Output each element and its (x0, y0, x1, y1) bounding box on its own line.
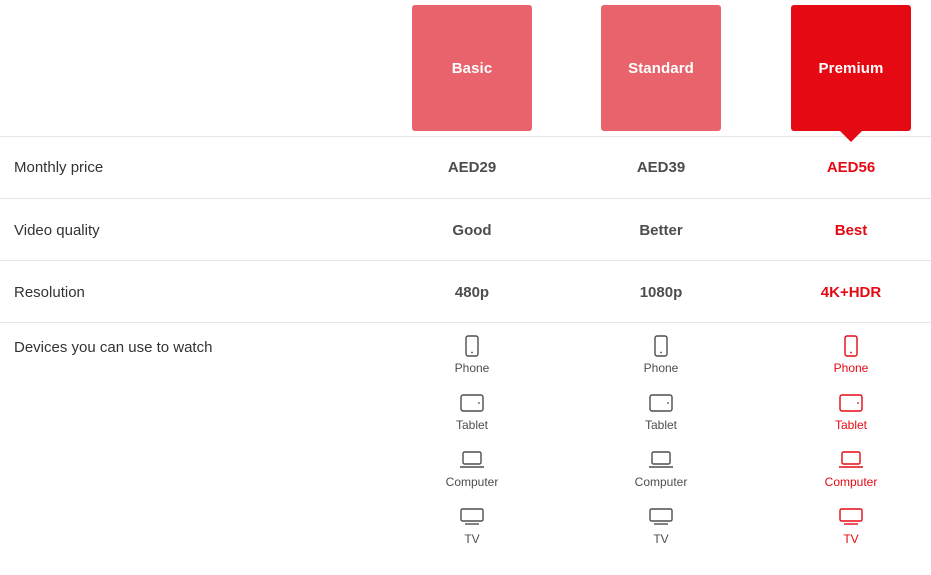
tablet-icon (839, 390, 863, 416)
device-item-computer: Computer (445, 447, 499, 504)
device-column-basic: Phone Tablet Computer TV (412, 323, 532, 561)
computer-icon (648, 447, 674, 473)
device-label-phone: Phone (643, 361, 679, 375)
device-column-premium: Phone Tablet Computer TV (791, 323, 911, 561)
phone-icon (465, 333, 479, 359)
cell-video-quality-basic: Good (452, 222, 492, 239)
device-label-computer: Computer (445, 475, 499, 489)
cell-resolution-basic: 480p (454, 284, 490, 301)
row-label-monthly-price: Monthly price (14, 159, 104, 176)
device-label-tablet: Tablet (455, 418, 489, 432)
row-gap-2 (721, 137, 791, 138)
plan-card-premium-box[interactable]: Premium (791, 5, 911, 142)
tablet-icon (649, 390, 673, 416)
plan-card-standard[interactable]: Standard (601, 0, 721, 136)
devices-gap-2 (721, 323, 791, 324)
computer-icon (459, 447, 485, 473)
plan-card-premium-caret (839, 130, 863, 142)
row-gap-2 (721, 199, 791, 200)
device-label-tv: TV (653, 532, 669, 546)
plan-card-standard-label: Standard (628, 59, 694, 77)
header-gap-1 (532, 0, 601, 136)
device-item-tv: TV (648, 504, 674, 561)
tv-icon (459, 504, 485, 530)
cell-resolution-standard: 1080p (639, 284, 683, 301)
plan-card-basic-box[interactable]: Basic (412, 5, 532, 131)
phone-icon (654, 333, 668, 359)
table-row-resolution: Resolution 480p 1080p 4K+HDR (0, 260, 931, 322)
row-right-gutter (911, 261, 931, 262)
cell-video-quality-standard: Better (639, 222, 683, 239)
table-row-monthly-price: Monthly price AED29 AED39 AED56 (0, 136, 931, 198)
tv-icon (648, 504, 674, 530)
tablet-icon (460, 390, 484, 416)
device-item-phone: Phone (454, 333, 490, 390)
row-gap-1 (532, 137, 601, 138)
tv-icon (838, 504, 864, 530)
row-label-resolution: Resolution (14, 284, 85, 301)
row-label-devices: Devices you can use to watch (14, 339, 213, 356)
device-label-computer: Computer (824, 475, 878, 489)
cell-monthly-price-standard: AED39 (636, 159, 686, 176)
row-gap-1 (532, 261, 601, 262)
device-label-computer: Computer (634, 475, 688, 489)
row-right-gutter (911, 199, 931, 200)
device-item-phone: Phone (643, 333, 679, 390)
plan-header-row: Basic Standard Premium (0, 0, 931, 142)
row-gap-2 (721, 261, 791, 262)
devices-gap-1 (532, 323, 601, 324)
cell-monthly-price-basic: AED29 (447, 159, 497, 176)
device-item-computer: Computer (634, 447, 688, 504)
plan-card-standard-box[interactable]: Standard (601, 5, 721, 131)
table-row-video-quality: Video quality Good Better Best (0, 198, 931, 260)
plan-card-basic[interactable]: Basic (412, 0, 532, 136)
device-item-computer: Computer (824, 447, 878, 504)
device-label-tv: TV (464, 532, 480, 546)
plan-card-premium[interactable]: Premium (791, 0, 911, 142)
computer-icon (838, 447, 864, 473)
device-label-phone: Phone (454, 361, 490, 375)
cell-resolution-premium: 4K+HDR (820, 284, 882, 301)
device-item-tablet: Tablet (645, 390, 677, 447)
plan-comparison-table: Basic Standard Premium Monthly price AED… (0, 0, 931, 561)
row-right-gutter (911, 137, 931, 138)
device-label-phone: Phone (833, 361, 869, 375)
plan-card-basic-label: Basic (451, 59, 493, 77)
header-gap-2 (721, 0, 791, 136)
cell-monthly-price-premium: AED56 (826, 159, 876, 176)
cell-video-quality-premium: Best (834, 222, 868, 239)
device-label-tablet: Tablet (644, 418, 678, 432)
plan-card-premium-label: Premium (818, 59, 884, 77)
table-row-devices: Devices you can use to watch Phone Table… (0, 322, 931, 561)
device-item-tv: TV (459, 504, 485, 561)
devices-right-gutter (911, 323, 931, 324)
header-right-gutter (911, 0, 931, 136)
device-column-standard: Phone Tablet Computer TV (601, 323, 721, 561)
row-label-video-quality: Video quality (14, 222, 100, 239)
device-item-tablet: Tablet (835, 390, 867, 447)
device-item-tablet: Tablet (456, 390, 488, 447)
device-item-phone: Phone (833, 333, 869, 390)
row-gap-1 (532, 199, 601, 200)
phone-icon (844, 333, 858, 359)
device-label-tablet: Tablet (834, 418, 868, 432)
device-item-tv: TV (838, 504, 864, 561)
device-label-tv: TV (843, 532, 859, 546)
header-empty-cell (0, 0, 412, 136)
